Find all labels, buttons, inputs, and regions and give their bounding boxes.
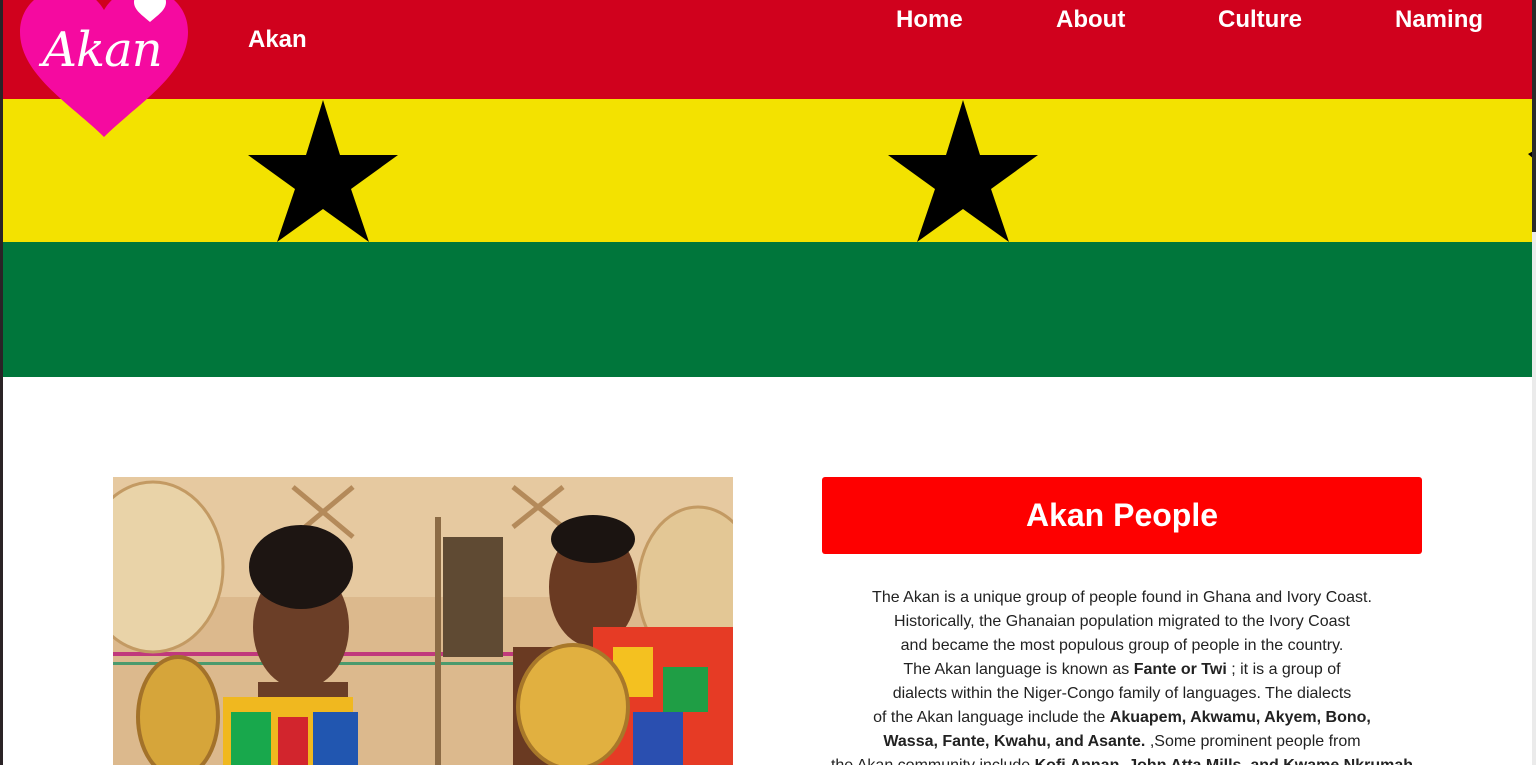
logo-text: Akan <box>42 22 162 78</box>
flag-yellow-band <box>3 99 1532 242</box>
intro-text: ; it is a group of <box>1226 661 1341 678</box>
intro-line: Wassa, Fante, Kwahu, and Asante. ,Some p… <box>822 730 1422 754</box>
akan-couple-photo <box>113 477 733 765</box>
intro-bold-text: Kofi Annan, John Atta Mills, and Kwame N… <box>1035 757 1413 765</box>
brand-name[interactable]: Akan <box>248 26 307 54</box>
intro-text: Historically, the Ghanaian population mi… <box>894 613 1350 630</box>
nav-culture[interactable]: Culture <box>1218 6 1302 34</box>
intro-text: The Akan language is known as <box>903 661 1134 678</box>
akan-people-heading-box: Akan People <box>822 477 1422 554</box>
intro-bold-text: Akuapem, Akwamu, Akyem, Bono, <box>1109 709 1371 726</box>
scrollbar-thumb[interactable] <box>1532 0 1536 232</box>
scrollbar[interactable] <box>1532 0 1536 765</box>
intro-text: the Akan community include <box>831 757 1035 765</box>
intro-text: ,Some prominent people from <box>1145 733 1361 750</box>
intro-paragraph: The Akan is a unique group of people fou… <box>822 586 1422 765</box>
nav-naming[interactable]: Naming <box>1395 6 1483 34</box>
flag-red-band <box>3 0 1532 99</box>
intro-line: and became the most populous group of pe… <box>822 634 1422 658</box>
intro-text: dialects within the Niger-Congo family o… <box>892 685 1352 702</box>
star-icon <box>888 100 1038 242</box>
intro-line: of the Akan language include the Akuapem… <box>822 706 1422 730</box>
intro-text: The Akan is a unique group of people fou… <box>872 589 1372 606</box>
flag-green-band <box>3 242 1532 377</box>
ghana-flag-banner <box>3 0 1535 377</box>
page: Akan Akan Home About Culture Naming Akan… <box>0 0 1536 765</box>
intro-text: of the Akan language include the <box>873 709 1110 726</box>
nav-home[interactable]: Home <box>896 6 963 34</box>
intro-text: and became the most populous group of pe… <box>900 637 1344 654</box>
intro-line: the Akan community include Kofi Annan, J… <box>822 754 1422 765</box>
intro-bold-text: Wassa, Fante, Kwahu, and Asante. <box>883 733 1146 750</box>
intro-line: dialects within the Niger-Congo family o… <box>822 682 1422 706</box>
intro-line: The Akan is a unique group of people fou… <box>822 586 1422 610</box>
section-heading: Akan People <box>1025 497 1219 533</box>
intro-line: The Akan language is known as Fante or T… <box>822 658 1422 682</box>
intro-line: Historically, the Ghanaian population mi… <box>822 610 1422 634</box>
star-icon <box>248 100 398 242</box>
intro-bold-text: Fante or Twi <box>1133 661 1227 678</box>
nav-about[interactable]: About <box>1056 6 1125 34</box>
